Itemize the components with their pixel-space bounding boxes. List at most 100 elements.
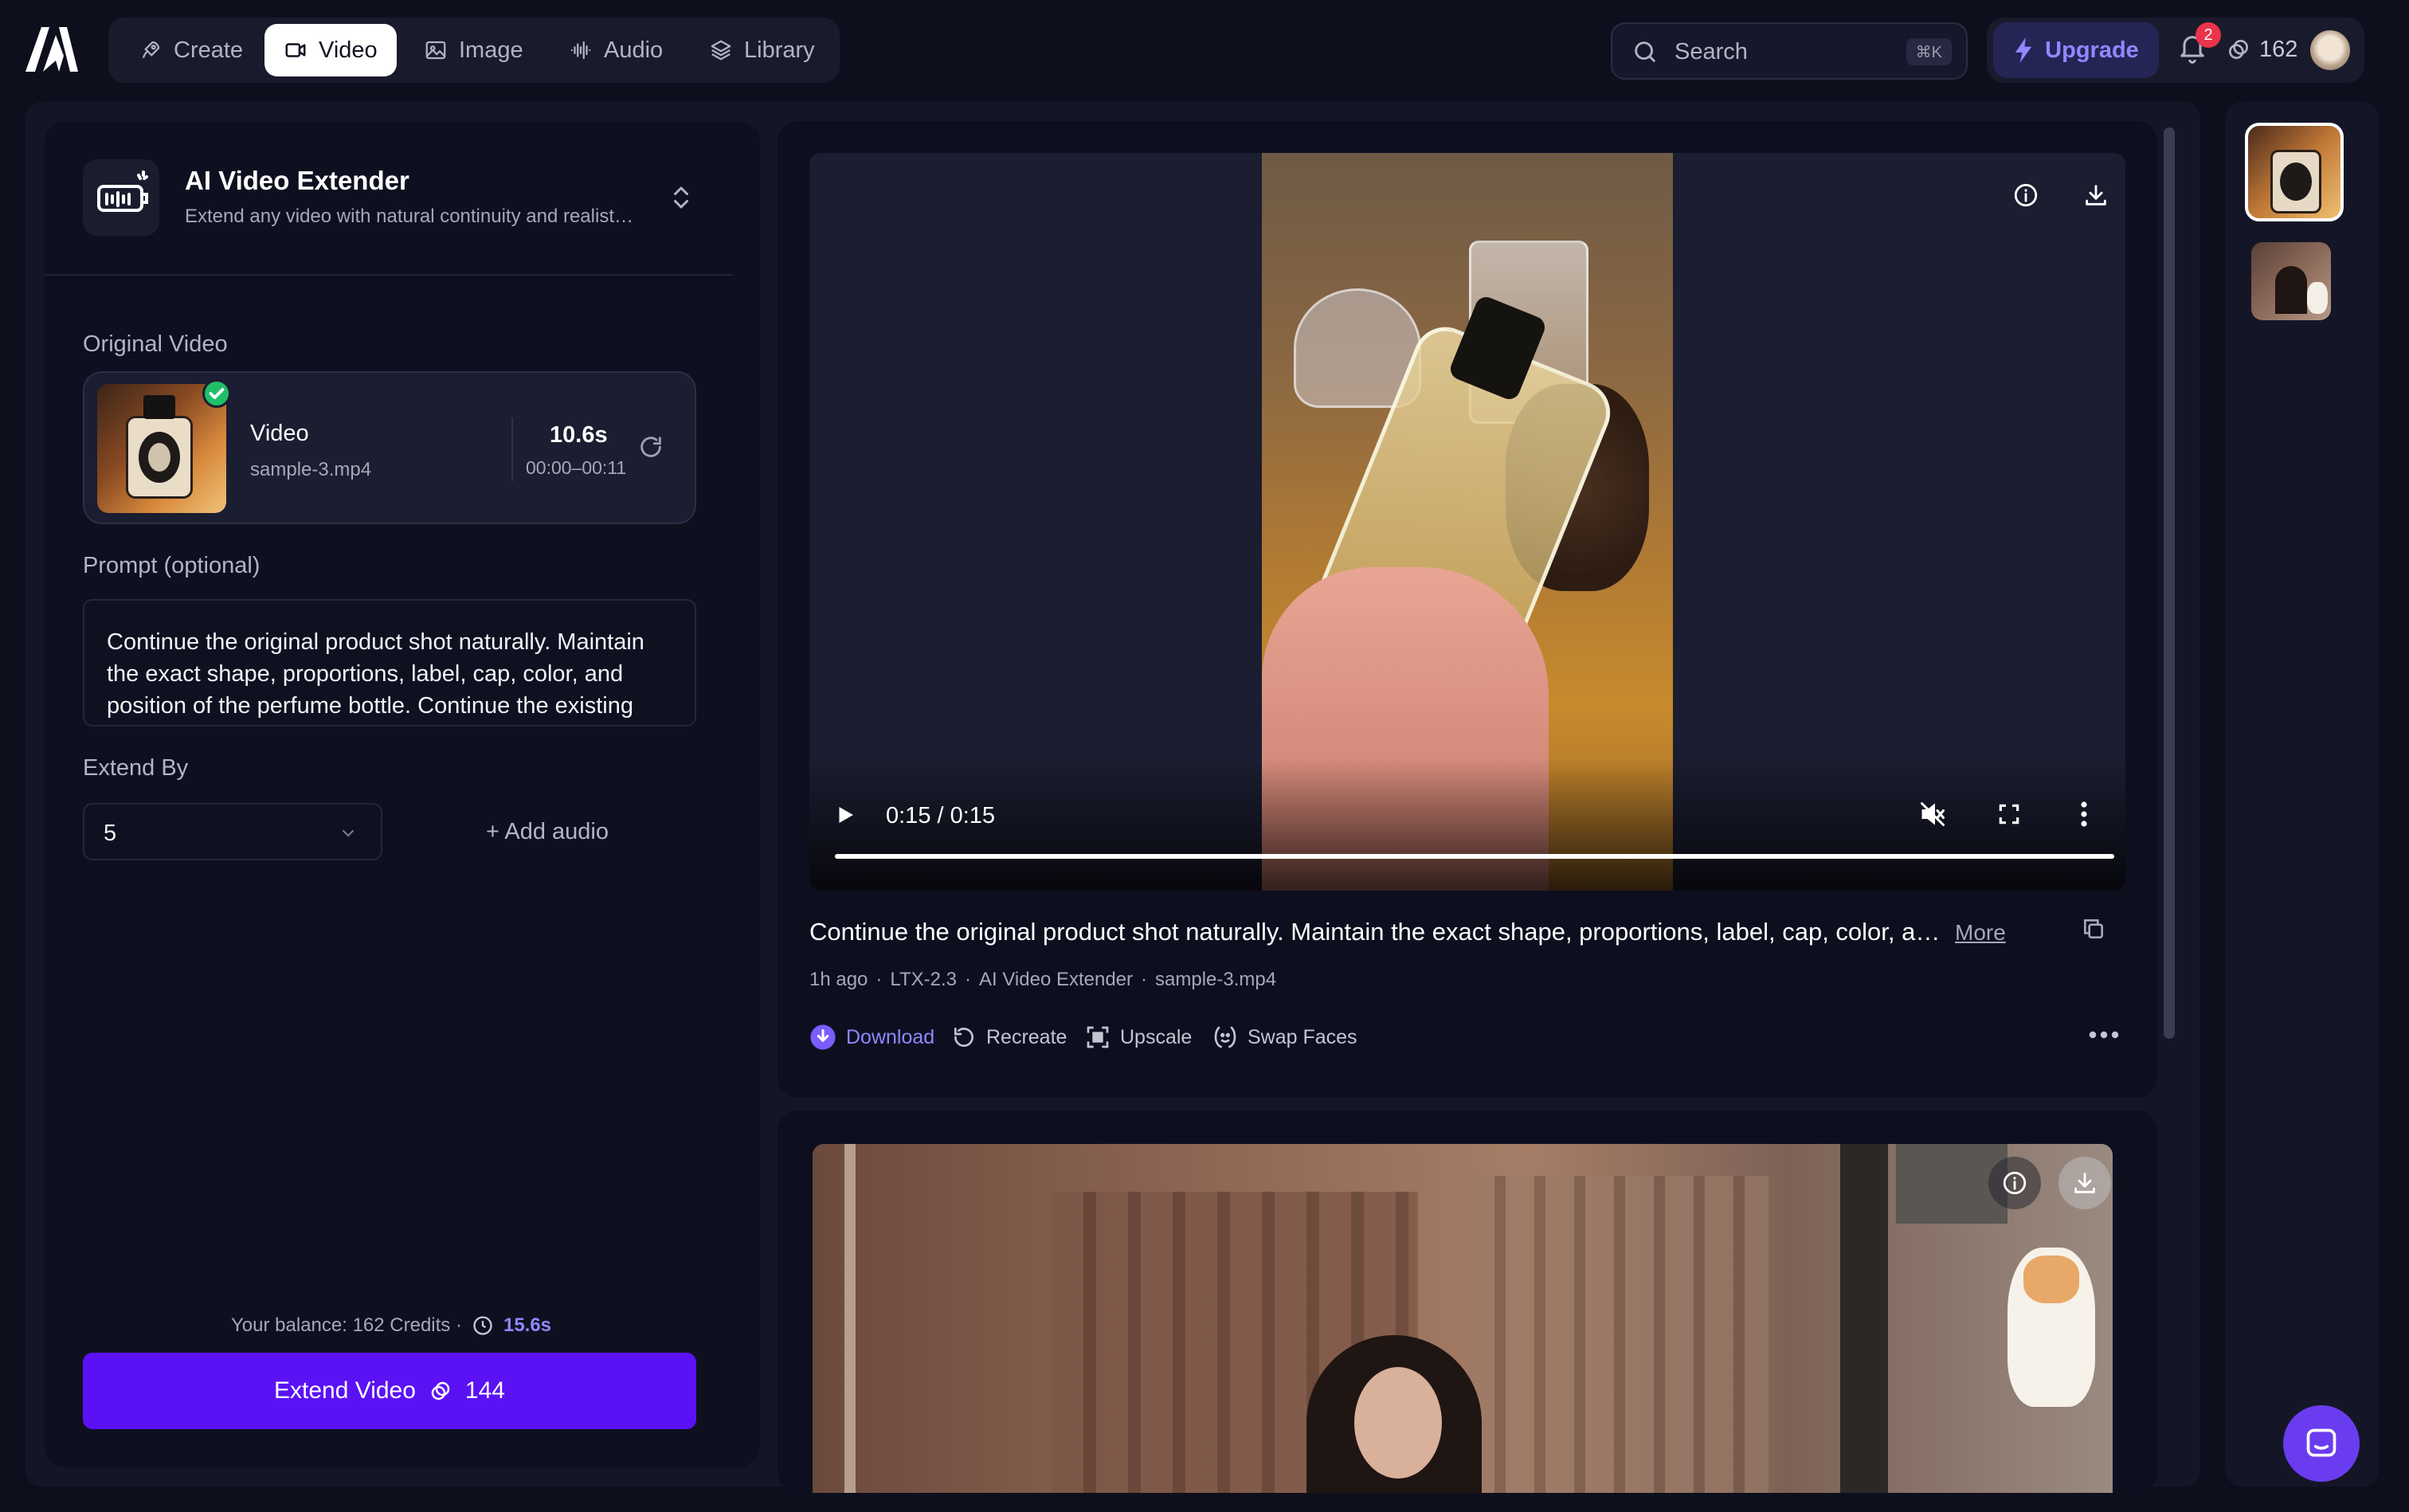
info-button[interactable] (2000, 169, 2052, 221)
extend-button-cost: 144 (464, 1377, 505, 1404)
layers-icon (709, 38, 733, 62)
tool-panel (45, 121, 760, 1467)
recreate-action-button[interactable]: Recreate (951, 1023, 1067, 1052)
more-options-icon[interactable] (2076, 800, 2092, 828)
search-input[interactable]: Search ⌘K (1611, 22, 1968, 80)
video-preview-2[interactable] (813, 1144, 2113, 1493)
nav-library[interactable]: Library (690, 24, 834, 76)
extend-by-label: Extend By (83, 755, 189, 781)
nav-create[interactable]: Create (119, 24, 262, 76)
action-label: Upscale (1120, 1025, 1193, 1048)
extend-video-button[interactable]: Extend Video 144 (83, 1353, 696, 1429)
nav-audio[interactable]: Audio (550, 24, 682, 76)
nav-label: Library (744, 37, 815, 63)
mute-icon[interactable] (1918, 800, 1947, 828)
chevron-down-icon (338, 824, 358, 843)
tool-title: AI Video Extender (185, 166, 409, 195)
download-icon (2086, 185, 2106, 206)
support-chat-button[interactable] (2283, 1405, 2360, 1482)
video-extender-tool-icon (83, 159, 159, 236)
clock-icon (472, 1314, 494, 1337)
copy-icon[interactable] (2081, 916, 2106, 942)
result-meta: 1h ago · LTX-2.3 · AI Video Extender · samp… (809, 969, 1277, 990)
result-prompt-text: Continue the original product shot natur… (809, 918, 1941, 946)
meta-time: 1h ago (809, 969, 868, 990)
nav-label: Video (319, 37, 378, 63)
action-label: Swap Faces (1248, 1025, 1357, 1048)
download-circle-icon (809, 1024, 836, 1051)
swap-faces-action-button[interactable]: Swap Faces (1212, 1023, 1357, 1052)
video-range: 00:00–00:11 (526, 457, 627, 478)
fullscreen-icon[interactable] (1996, 801, 2022, 827)
avatar[interactable] (2310, 30, 2350, 70)
chat-icon (2306, 1428, 2337, 1457)
check-icon (202, 379, 231, 408)
meta-tool: AI Video Extender (979, 969, 1134, 990)
nav-video[interactable]: Video (264, 24, 397, 76)
progress-track[interactable] (835, 854, 2114, 859)
search-placeholder: Search (1675, 39, 1748, 65)
balance-time: 15.6s (503, 1314, 552, 1336)
history-thumb-2[interactable] (2251, 242, 2331, 320)
recreate-icon (951, 1024, 977, 1050)
nav-label: Audio (604, 37, 664, 63)
extend-by-value: 5 (104, 821, 117, 846)
original-video-card[interactable]: Video sample-3.mp4 10.6s 00:00–00:11 (83, 371, 696, 524)
extend-button-label: Extend Video (274, 1377, 416, 1404)
action-label: Recreate (986, 1025, 1067, 1048)
prompt-label: Prompt (optional) (83, 553, 260, 578)
prompt-textarea[interactable]: Continue the original product shot natur… (83, 599, 696, 727)
history-thumb-1[interactable] (2245, 123, 2344, 221)
upgrade-label: Upgrade (2045, 37, 2139, 63)
upgrade-button[interactable]: Upgrade (1993, 22, 2159, 78)
credits-coin-icon (429, 1379, 452, 1403)
progress-fill (835, 854, 2114, 859)
meta-file: sample-3.mp4 (1155, 969, 1277, 990)
more-actions-icon[interactable] (2087, 1029, 2121, 1040)
video-filename: sample-3.mp4 (250, 459, 372, 480)
replace-video-icon[interactable] (637, 433, 664, 460)
upscale-action-button[interactable]: Upscale (1085, 1023, 1192, 1052)
download-button[interactable] (2070, 169, 2122, 221)
video-camera-icon (284, 38, 307, 62)
video-title: Video (250, 421, 309, 446)
more-link[interactable]: More (1955, 920, 2006, 945)
original-video-label: Original Video (83, 331, 228, 357)
upscale-icon (1085, 1024, 1110, 1050)
search-shortcut-badge: ⌘K (1906, 38, 1952, 65)
video-duration: 10.6s (550, 422, 608, 448)
swap-faces-icon (1212, 1024, 1238, 1050)
meta-model: LTX-2.3 (890, 969, 957, 990)
extend-by-select[interactable]: 5 (83, 803, 382, 860)
add-audio-button[interactable]: + Add audio (486, 819, 609, 845)
rocket-icon (139, 38, 163, 62)
tool-subtitle: Extend any video with natural continuity… (185, 206, 633, 227)
tool-switcher-chevron-icon[interactable] (669, 183, 693, 212)
balance-row: Your balance: 162 Credits · 15.6s (231, 1314, 551, 1337)
image-icon (424, 38, 448, 62)
audio-wave-icon (569, 38, 593, 62)
app-logo-icon[interactable] (24, 24, 80, 73)
download-icon (2074, 1173, 2095, 1193)
balance-text: Your balance: 162 Credits · (231, 1314, 462, 1336)
play-icon[interactable] (833, 803, 857, 827)
nav-label: Image (459, 37, 523, 63)
result-prompt: Continue the original product shot natur… (809, 918, 2020, 946)
credits-coin-icon (2226, 37, 2251, 62)
notification-badge: 2 (2196, 22, 2221, 48)
scrollbar-thumb[interactable] (2164, 127, 2175, 1039)
info-icon (2014, 183, 2038, 207)
card-divider (511, 417, 513, 481)
search-icon (1631, 38, 1659, 65)
download-action-button[interactable]: Download (809, 1023, 934, 1052)
info-button-2[interactable] (1988, 1157, 2041, 1209)
download-button-2[interactable] (2058, 1157, 2111, 1209)
action-label: Download (846, 1025, 935, 1048)
time-display: 0:15 / 0:15 (886, 803, 996, 828)
info-icon (2003, 1171, 2027, 1195)
nav-label: Create (174, 37, 244, 63)
nav-image[interactable]: Image (405, 24, 543, 76)
video-player[interactable]: 0:15 / 0:15 (809, 153, 2125, 891)
lightning-icon (2013, 37, 2034, 63)
divider (45, 274, 733, 276)
